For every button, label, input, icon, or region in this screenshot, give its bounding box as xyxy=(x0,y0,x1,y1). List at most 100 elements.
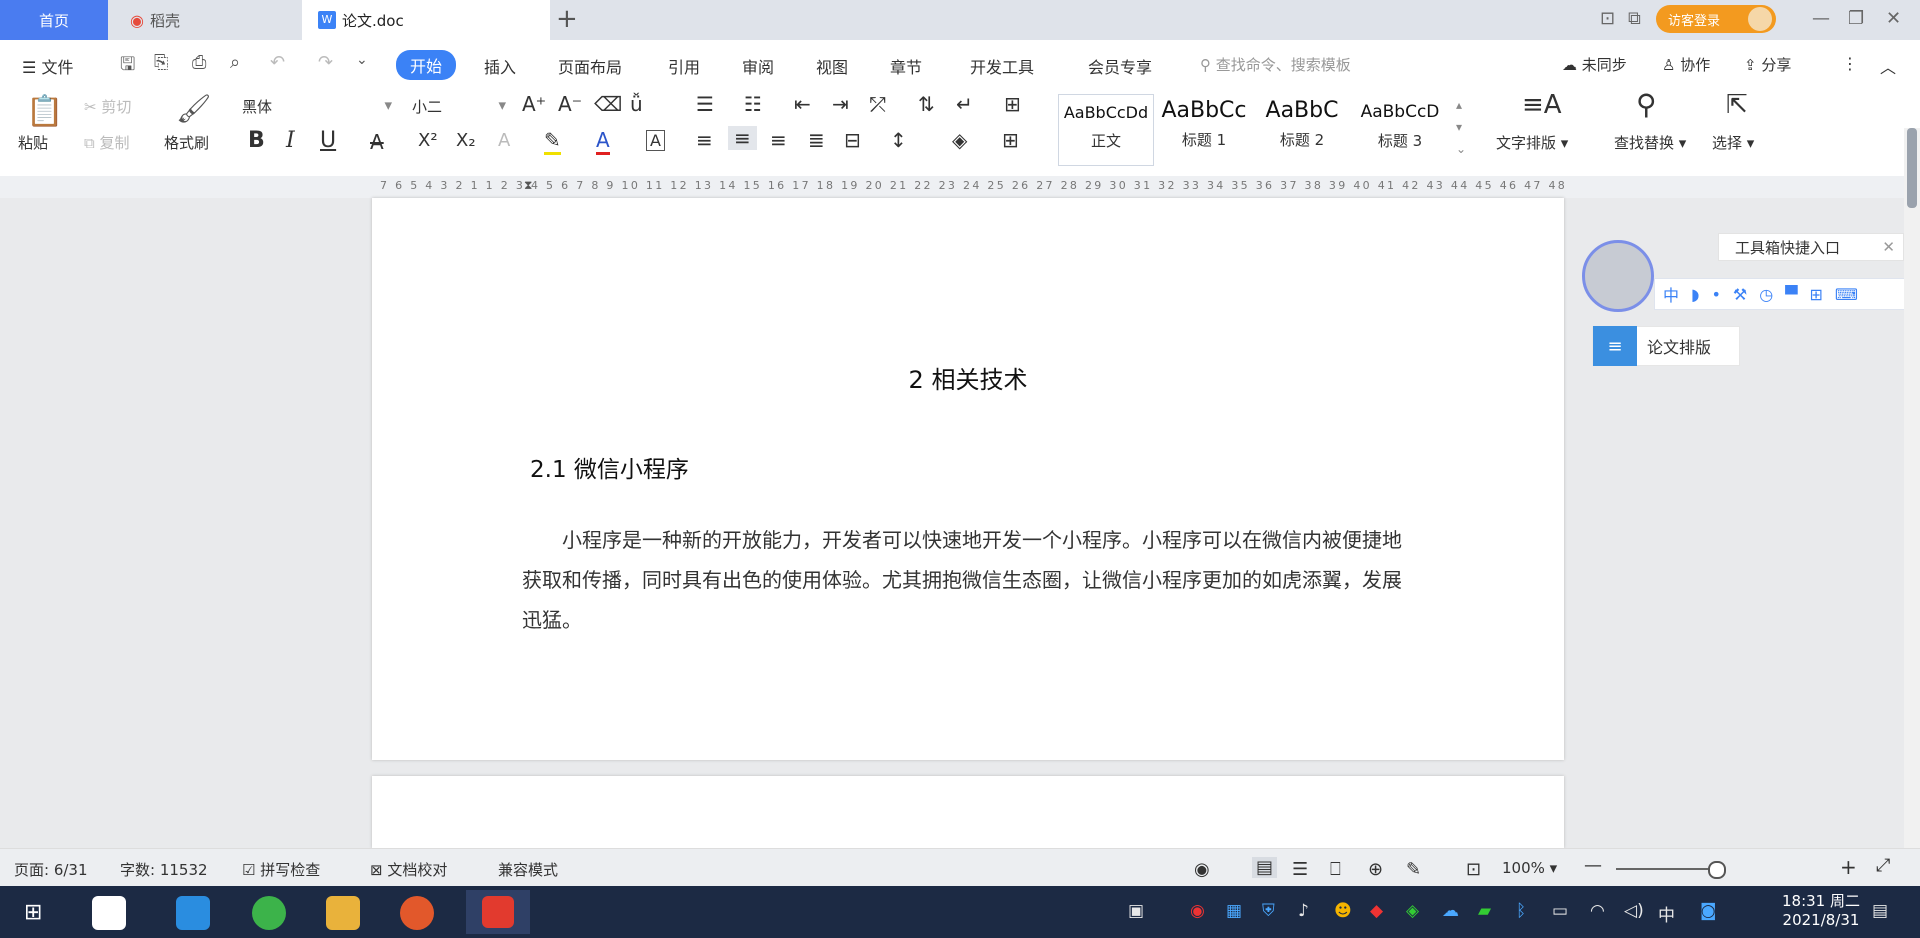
ie-browser-icon[interactable] xyxy=(176,896,210,930)
menu-tab-view[interactable]: 视图 xyxy=(816,54,848,78)
save-icon[interactable]: 🖫 xyxy=(120,52,135,82)
shrink-font-icon[interactable]: A⁻ xyxy=(558,92,582,116)
login-button[interactable]: 访客登录 xyxy=(1656,5,1776,33)
bluetooth-icon[interactable]: ᛒ xyxy=(1516,901,1526,921)
keyboard-icon[interactable]: ⌨ xyxy=(1835,285,1858,304)
tray-shield-icon[interactable]: ⛨ xyxy=(1262,901,1275,921)
font-size-select[interactable]: 小二 ▾ xyxy=(412,96,506,117)
find-replace-button[interactable]: 查找替换 ▾ xyxy=(1614,132,1686,153)
align-left-icon[interactable]: ≡ xyxy=(696,128,713,152)
text-effect-icon[interactable]: A xyxy=(498,130,510,151)
grid-icon[interactable]: ⊞ xyxy=(1810,285,1823,304)
justify-icon[interactable]: ≣ xyxy=(808,128,825,152)
bullet-list-icon[interactable]: ☰ xyxy=(696,92,714,116)
tray-qq-icon[interactable]: ☻ xyxy=(1334,901,1352,921)
menu-tab-page-layout[interactable]: 页面布局 xyxy=(558,54,622,78)
align-right-icon[interactable]: ≡ xyxy=(770,128,787,152)
moon-icon[interactable]: ◗ xyxy=(1691,285,1699,304)
wifi-icon[interactable]: ◠ xyxy=(1590,901,1605,921)
tab-daoke[interactable]: ◉ 稻壳 xyxy=(110,0,300,40)
increase-indent-icon[interactable]: ⇥ xyxy=(832,92,849,116)
wps-taskbar-button[interactable] xyxy=(466,890,530,934)
menu-tab-dev-tools[interactable]: 开发工具 xyxy=(970,54,1034,78)
zoom-select[interactable]: 100% ▾ xyxy=(1502,859,1557,877)
tray-cloud-icon[interactable]: ☁ xyxy=(1442,901,1459,921)
sort-icon[interactable]: ⇅ xyxy=(918,92,935,116)
strikethrough-icon[interactable]: A xyxy=(370,130,384,154)
numbered-list-icon[interactable]: ☷ xyxy=(744,92,762,116)
scrollbar-thumb[interactable] xyxy=(1907,128,1917,208)
clear-format-icon[interactable]: ⌫ xyxy=(594,92,622,116)
style-heading-1[interactable]: AaBbCc 标题 1 xyxy=(1156,94,1252,166)
tray-search-icon[interactable]: ◙ xyxy=(1700,901,1717,921)
cursor-icon[interactable]: ⇱ xyxy=(1726,90,1748,120)
decrease-indent-icon[interactable]: ⇤ xyxy=(794,92,811,116)
ime-indicator[interactable]: 中 xyxy=(1658,901,1675,926)
paste-button[interactable]: 粘贴 xyxy=(18,132,48,153)
clock-icon[interactable]: ◷ xyxy=(1759,285,1773,304)
share-button[interactable]: ⇪ 分享 xyxy=(1744,54,1791,75)
tray-nvidia-icon[interactable]: ▰ xyxy=(1478,901,1491,921)
tray-game-icon[interactable]: ◆ xyxy=(1370,901,1383,921)
export-pdf-icon[interactable]: ⎘ xyxy=(154,52,168,73)
menu-tab-chapter[interactable]: 章节 xyxy=(890,54,922,78)
wrench-icon[interactable]: ⚒ xyxy=(1733,285,1747,304)
zoom-out-icon[interactable]: — xyxy=(1584,855,1602,876)
distribute-icon[interactable]: ⊟ xyxy=(844,128,861,152)
document-page[interactable]: 2 相关技术 2.1 微信小程序 小程序是一种新的开放能力，开发者可以快速地开发… xyxy=(372,198,1564,760)
doc-proof-button[interactable]: ⊠ 文档校对 xyxy=(370,859,447,880)
style-heading-3[interactable]: AaBbCcD 标题 3 xyxy=(1352,94,1448,166)
command-search[interactable]: ⚲ 查找命令、搜索模板 xyxy=(1200,54,1351,75)
ime-zh-label[interactable]: 中 xyxy=(1663,282,1679,306)
zoom-slider-knob[interactable] xyxy=(1708,861,1726,879)
superscript-icon[interactable]: X² xyxy=(418,130,438,151)
close-window-icon[interactable]: ✕ xyxy=(1886,8,1901,29)
phonetic-guide-icon[interactable]: ǚ xyxy=(630,92,643,116)
grow-font-icon[interactable]: A⁺ xyxy=(522,92,546,116)
borders-icon[interactable]: ⊞ xyxy=(1002,128,1019,152)
select-button[interactable]: 选择 ▾ xyxy=(1712,132,1754,153)
file-menu[interactable]: ☰ 文件 xyxy=(22,54,73,78)
text-layout-button[interactable]: 文字排版 ▾ xyxy=(1496,132,1568,153)
style-heading-2[interactable]: AaBbC 标题 2 xyxy=(1254,94,1350,166)
close-icon[interactable]: ✕ xyxy=(1882,238,1895,256)
outline-view-icon[interactable]: ☰ xyxy=(1292,859,1308,880)
floating-assistant[interactable] xyxy=(1582,240,1654,312)
print-icon[interactable]: ⎙ xyxy=(192,52,206,73)
sync-status[interactable]: ☁ 未同步 xyxy=(1562,54,1627,75)
styles-scroll-icon[interactable]: ▴ ▾ ⌄ xyxy=(1456,94,1466,160)
align-center-icon[interactable]: ≡ xyxy=(728,126,757,150)
chinese-layout-icon[interactable]: ⤱ xyxy=(870,92,886,116)
fullscreen-icon[interactable]: ⤢ xyxy=(1876,855,1890,876)
undo-icon[interactable]: ↶ xyxy=(270,52,285,73)
redo-icon[interactable]: ↷ xyxy=(318,52,333,73)
page-indicator[interactable]: 页面: 6/31 xyxy=(14,859,88,880)
table-tools-icon[interactable]: ⊞ xyxy=(1004,92,1021,116)
fit-page-icon[interactable]: ⊡ xyxy=(1466,859,1481,880)
file-explorer-icon[interactable] xyxy=(326,896,360,930)
font-color-icon[interactable]: A xyxy=(596,128,610,155)
eye-protection-icon[interactable]: ◉ xyxy=(1194,859,1210,880)
volume-icon[interactable]: ◁) xyxy=(1624,901,1644,921)
tray-antivirus-icon[interactable]: ◉ xyxy=(1190,901,1205,921)
menu-tab-references[interactable]: 引用 xyxy=(668,54,700,78)
reading-view-icon[interactable]: ⎕ xyxy=(1330,859,1341,880)
customize-toolbar-icon[interactable]: ⌄ xyxy=(356,52,368,68)
restore-icon[interactable]: ❐ xyxy=(1848,8,1864,29)
more-icon[interactable]: ⋮ xyxy=(1842,54,1858,73)
floating-toolbar[interactable]: 中 ◗ • ⚒ ◷ ▀ ⊞ ⌨ xyxy=(1654,278,1910,310)
indent-marker-icon[interactable]: ⧗ xyxy=(524,178,532,193)
zoom-in-icon[interactable]: + xyxy=(1840,855,1857,879)
word-count[interactable]: 字数: 11532 xyxy=(120,859,208,880)
menu-tab-start[interactable]: 开始 xyxy=(396,50,457,80)
page-view-icon[interactable]: ▤ xyxy=(1252,857,1278,878)
cut-button[interactable]: ✂ 剪切 xyxy=(84,96,131,117)
highlight-icon[interactable]: ✎ xyxy=(544,128,561,155)
system-clock[interactable]: 18:31 周二 2021/8/31 xyxy=(1782,892,1860,930)
underline-button[interactable]: U xyxy=(320,128,336,153)
dot-icon[interactable]: • xyxy=(1711,285,1720,304)
tray-bell-icon[interactable]: ♪ xyxy=(1298,901,1309,921)
menu-tab-review[interactable]: 审阅 xyxy=(742,54,774,78)
collapse-ribbon-icon[interactable]: ︿ xyxy=(1880,54,1896,78)
spell-check-button[interactable]: ☑ 拼写检查 xyxy=(242,859,320,880)
